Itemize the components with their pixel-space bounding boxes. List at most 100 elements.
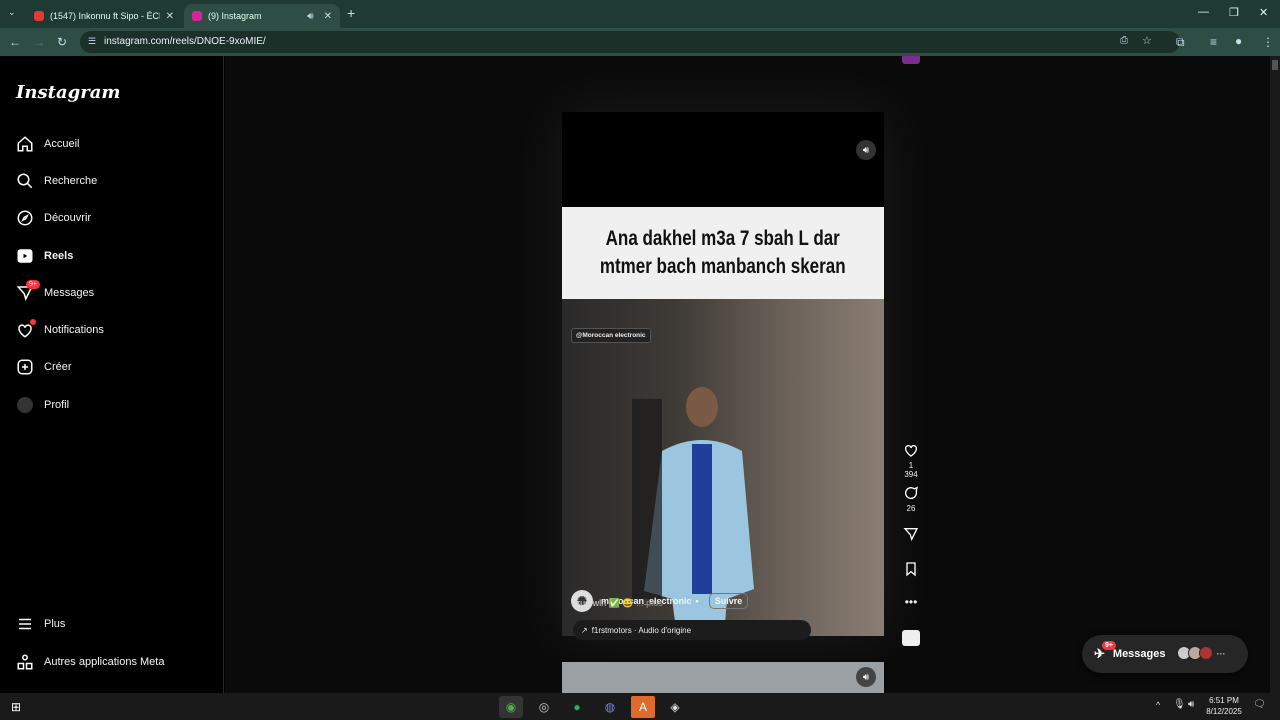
microphone-icon[interactable]: 🎙︎	[1173, 699, 1186, 710]
audio-label: f1rstmotors · Audio d'origine	[591, 625, 692, 635]
save-action[interactable]	[901, 561, 921, 580]
nav-reels[interactable]: Reels	[16, 242, 216, 270]
nav-label: Messages	[44, 287, 95, 299]
extensions-icon[interactable]: ⧉	[1176, 35, 1185, 50]
notification-center-icon[interactable]: 🗨︎	[1253, 699, 1266, 710]
instagram-logo[interactable]: Instagram	[16, 82, 120, 103]
nav-plus[interactable]: Plus	[16, 610, 216, 638]
nav-label: Recherche	[44, 175, 98, 187]
nav-label: Créer	[44, 361, 72, 373]
close-window-button[interactable]: ✕	[1259, 6, 1268, 19]
windows-taskbar: ⊞ ◉ ◎ ● ◍ A ◈ ^ 🎙︎ 🔊︎ 6:51 PM 8/12/2025 …	[0, 693, 1280, 720]
apps-icon	[16, 653, 34, 671]
video-watermark: @Moroccan electronic	[571, 328, 651, 343]
caption-more-link[interactable]: ... plus	[636, 598, 663, 608]
reel-card[interactable]: 🔊︎ Ana dakhel m3a 7 sbah L dar mtmer bac…	[562, 112, 884, 636]
messages-floating-button[interactable]: ✈︎ 9+ Messages ···	[1082, 635, 1248, 673]
minimize-button[interactable]: —	[1198, 6, 1209, 18]
nav-messages[interactable]: 9+ Messages	[16, 279, 216, 307]
address-bar[interactable]: ☰ instagram.com/reels/DNOE-9xoMIE/ ⎙ ☆	[80, 31, 1180, 53]
more-icon: ···	[1216, 649, 1226, 659]
reel-caption-overlay: Ana dakhel m3a 7 sbah L dar mtmer bach m…	[562, 207, 884, 299]
instagram-page: Instagram Accueil Recherche Découvrir Re…	[0, 56, 1280, 693]
tab-youtube[interactable]: (1547) Inkonnu ft Sipo - ÉCHEC ✕	[26, 4, 182, 28]
caption-line-2: mtmer bach manbanch skeran	[600, 255, 846, 278]
more-options-icon[interactable]: •••	[901, 595, 921, 609]
reload-icon[interactable]: ↻	[57, 35, 67, 49]
share-action[interactable]	[901, 526, 921, 545]
recent-avatars	[1176, 645, 1213, 663]
nav-meta-apps[interactable]: Autres applications Meta	[16, 648, 216, 676]
avatar	[16, 396, 34, 414]
messages-badge: 9+	[1102, 641, 1116, 650]
nav-label: Profil	[44, 399, 70, 411]
nav-label: Plus	[44, 618, 66, 630]
site-info-icon[interactable]: ☰	[88, 36, 96, 47]
nav-label: Autres applications Meta	[44, 656, 165, 668]
mute-button[interactable]: 🔊︎	[856, 667, 876, 687]
comment-action[interactable]: 26	[901, 485, 921, 513]
url-text: instagram.com/reels/DNOE-9xoMIE/	[104, 36, 266, 47]
discord-icon[interactable]: ◍	[598, 696, 622, 718]
messages-label: Messages	[1112, 648, 1166, 660]
reel-top-area	[562, 112, 884, 207]
audio-pill[interactable]: ↗ f1rstmotors · Audio d'origine	[573, 620, 811, 640]
chrome-dev-icon[interactable]: ◎	[532, 696, 556, 718]
messages-badge: 9+	[26, 280, 40, 289]
follow-button[interactable]: Suivre	[708, 593, 749, 609]
menu-icon	[16, 615, 34, 633]
profile-icon[interactable]: ●	[1235, 34, 1242, 48]
clock-date: 8/12/2025	[1206, 707, 1242, 716]
audio-thumbnail[interactable]	[901, 630, 921, 646]
nav-profil[interactable]: Profil	[16, 391, 216, 419]
windows-start-icon[interactable]: ⊞	[4, 696, 28, 718]
search-icon	[16, 172, 34, 190]
bookmark-star-icon[interactable]: ☆	[1142, 34, 1152, 47]
ableton-icon[interactable]: A	[631, 696, 655, 718]
send-icon	[903, 528, 919, 542]
speaker-icon[interactable]: 🔊︎	[307, 11, 313, 22]
nav-decouvrir[interactable]: Découvrir	[16, 204, 216, 232]
browser-toolbar: ← → ↻ ☰ instagram.com/reels/DNOE-9xoMIE/…	[0, 28, 1280, 56]
tab-search-button[interactable]: ⌄	[8, 7, 16, 18]
media-control-icon[interactable]: ≡	[1210, 35, 1217, 49]
comment-count: 26	[906, 504, 916, 513]
install-app-icon[interactable]: ⎙	[1120, 35, 1128, 46]
chrome-icon[interactable]: ◉	[499, 696, 523, 718]
system-clock[interactable]: 6:51 PM 8/12/2025	[1198, 695, 1250, 717]
nav-label: Découvrir	[44, 212, 92, 224]
nav-creer[interactable]: Créer	[16, 353, 216, 381]
forward-icon[interactable]: →	[33, 35, 45, 49]
spotify-icon[interactable]: ●	[565, 696, 589, 718]
nav-label: Notifications	[44, 324, 104, 336]
heart-icon	[16, 319, 36, 339]
like-action[interactable]: 1 394	[901, 442, 921, 479]
reel-video[interactable]: @Moroccan electronic ✺ moroccan_electron…	[562, 299, 884, 636]
restore-button[interactable]: ❐	[1229, 6, 1239, 19]
nav-accueil[interactable]: Accueil	[16, 130, 216, 158]
close-tab-icon[interactable]: ✕	[166, 11, 174, 22]
page-scrollbar[interactable]	[1270, 56, 1280, 693]
mute-button[interactable]: 🔊︎	[856, 140, 876, 160]
tray-chevron-icon[interactable]: ^	[1156, 700, 1160, 710]
reels-feed: 🔊︎ Ana dakhel m3a 7 sbah L dar mtmer bac…	[225, 56, 1270, 693]
nav-recherche[interactable]: Recherche	[16, 167, 216, 195]
heart-icon	[905, 444, 917, 457]
youtube-icon	[34, 11, 44, 21]
new-tab-button[interactable]: +	[347, 5, 355, 21]
obs-icon[interactable]: ◈	[663, 696, 687, 718]
next-reel-preview[interactable]: 🔊︎	[562, 662, 884, 693]
browser-tab-bar: ⌄ (1547) Inkonnu ft Sipo - ÉCHEC ✕ (9) I…	[0, 0, 1280, 28]
volume-icon[interactable]: 🔊︎	[1188, 699, 1194, 710]
tab-title: (9) Instagram	[208, 11, 262, 21]
menu-kebab-icon[interactable]: ⋮	[1262, 35, 1274, 49]
caption-overlay-text: Ana dakhel m3a 7 sbah L dar mtmer bach m…	[586, 225, 859, 281]
clock-time: 6:51 PM	[1209, 696, 1239, 705]
nav-notifications[interactable]: Notifications	[16, 316, 216, 344]
back-icon[interactable]: ←	[9, 35, 21, 49]
close-tab-icon[interactable]: ✕	[324, 11, 332, 22]
separator-dot: •	[695, 596, 699, 606]
tab-instagram[interactable]: (9) Instagram 🔊︎ ✕	[184, 4, 340, 28]
scroll-thumb[interactable]	[1272, 60, 1278, 70]
like-count: 1 394	[904, 461, 918, 479]
